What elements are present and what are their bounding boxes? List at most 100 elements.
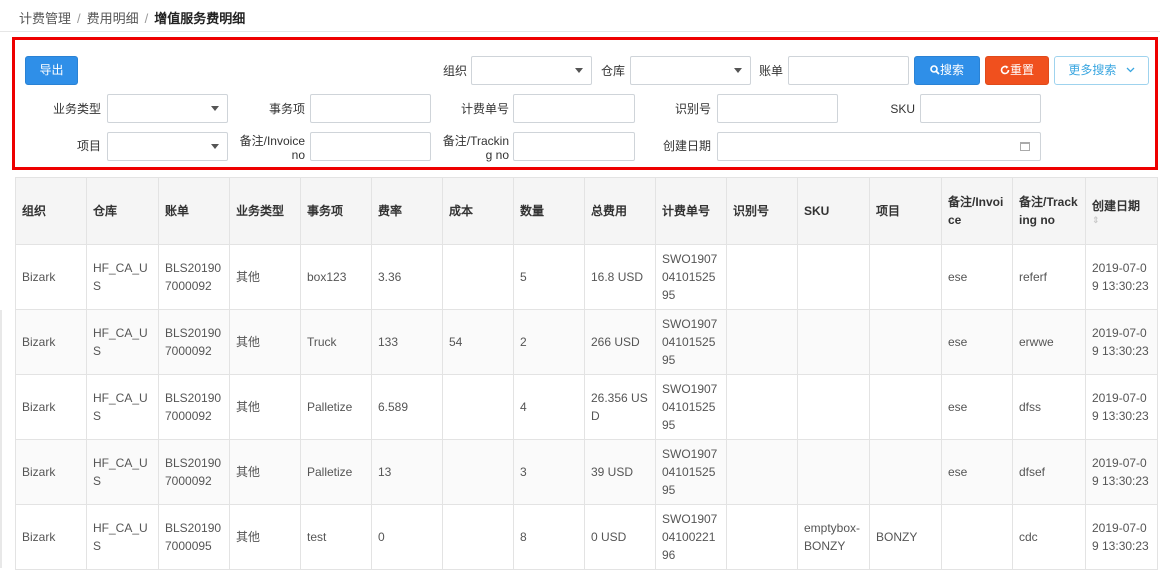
cell-cost <box>442 244 514 310</box>
cell-sku <box>797 439 870 505</box>
sku-label: SKU <box>890 102 915 116</box>
more-search-button[interactable]: 更多搜索 <box>1054 56 1149 85</box>
header-bill: 账单 <box>158 177 230 245</box>
search-icon <box>930 65 940 75</box>
cell-business-type: 其他 <box>229 374 301 440</box>
cell-bill: BLS201907000092 <box>158 439 230 505</box>
created-date-picker[interactable] <box>717 132 1041 161</box>
cell-business-type: 其他 <box>229 504 301 570</box>
cell-project: BONZY <box>869 504 942 570</box>
warehouse-label: 仓库 <box>600 64 625 78</box>
org-select[interactable] <box>471 56 592 85</box>
cell-cost <box>442 504 514 570</box>
business-type-label: 业务类型 <box>52 102 101 116</box>
search-button[interactable]: 搜索 <box>914 56 980 85</box>
cell-tracking-note: dfss <box>1012 374 1086 440</box>
cell-item: Palletize <box>300 439 372 505</box>
calendar-icon <box>1020 142 1030 151</box>
table-row[interactable]: Bizark HF_CA_US BLS201907000092 其他 box123 3.3… <box>15 244 1158 310</box>
cell-item: box123 <box>300 244 372 310</box>
breadcrumb-separator: / <box>77 11 81 26</box>
cell-invoice-note: ese <box>941 309 1013 375</box>
breadcrumb-item-billing[interactable]: 计费管理 <box>19 11 71 26</box>
chevron-down-icon <box>575 68 583 73</box>
chevron-down-icon <box>211 144 219 149</box>
cell-sku: emptybox-BONZY <box>797 504 870 570</box>
cell-sku <box>797 309 870 375</box>
header-cost: 成本 <box>442 177 514 245</box>
tracking-note-input[interactable] <box>513 132 635 161</box>
identifier-input[interactable] <box>717 94 838 123</box>
cell-billing-no: SWO190704101525 95 <box>655 439 727 505</box>
cell-invoice-note: ese <box>941 439 1013 505</box>
billing-no-input[interactable] <box>513 94 635 123</box>
cell-cost <box>442 374 514 440</box>
breadcrumb-separator: / <box>144 11 149 26</box>
cell-total-fee: 266 USD <box>584 309 656 375</box>
chevron-down-icon <box>1126 67 1135 73</box>
header-project: 项目 <box>869 177 942 245</box>
business-type-select[interactable] <box>107 94 228 123</box>
cell-org: Bizark <box>15 244 87 310</box>
header-identifier: 识别号 <box>726 177 798 245</box>
cell-bill: BLS201907000095 <box>158 504 230 570</box>
left-edge <box>0 310 2 568</box>
table-row[interactable]: Bizark HF_CA_US BLS201907000092 其他 Truck 133 5… <box>15 309 1158 375</box>
cell-billing-no: SWO190704100221 96 <box>655 504 727 570</box>
search-label: 搜索 <box>939 63 964 77</box>
cell-org: Bizark <box>15 439 87 505</box>
reset-label: 重置 <box>1009 63 1034 77</box>
cell-created-date: 2019-07-09 13:30:23 <box>1085 309 1158 375</box>
fee-table: 组织 仓库 账单 业务类型 事务项 费率 成本 数量 总费用 计费单号 识别号 … <box>15 177 1158 570</box>
reset-button[interactable]: 重置 <box>985 56 1049 85</box>
cell-warehouse: HF_CA_US <box>86 439 159 505</box>
header-rate: 费率 <box>371 177 443 245</box>
cell-warehouse: HF_CA_US <box>86 374 159 440</box>
table-row[interactable]: Bizark HF_CA_US BLS201907000092 其他 Palletize… <box>15 374 1158 440</box>
cell-business-type: 其他 <box>229 439 301 505</box>
cell-project <box>869 374 942 440</box>
cell-bill: BLS201907000092 <box>158 374 230 440</box>
sku-input[interactable] <box>920 94 1041 123</box>
sort-icon[interactable]: ⇕ <box>1092 215 1151 225</box>
warehouse-select[interactable] <box>630 56 751 85</box>
header-created-date[interactable]: 创建日期 ⇕ <box>1085 177 1158 245</box>
cell-rate: 6.589 <box>371 374 443 440</box>
header-tracking-note: 备注/Tracking no <box>1012 177 1086 245</box>
project-select[interactable] <box>107 132 228 161</box>
more-search-label: 更多搜索 <box>1068 63 1117 77</box>
cell-org: Bizark <box>15 504 87 570</box>
cell-rate: 0 <box>371 504 443 570</box>
cell-tracking-note: cdc <box>1012 504 1086 570</box>
cell-tracking-note: dfsef <box>1012 439 1086 505</box>
bill-input[interactable] <box>788 56 909 85</box>
cell-tracking-note: erwwe <box>1012 309 1086 375</box>
cell-created-date: 2019-07-09 13:30:23 <box>1085 504 1158 570</box>
item-label: 事务项 <box>268 102 305 116</box>
header-quantity: 数量 <box>513 177 585 245</box>
breadcrumb: 计费管理 / 费用明细 / 增值服务费明细 <box>0 0 1160 32</box>
invoice-note-input[interactable] <box>310 132 431 161</box>
cell-invoice-note: ese <box>941 374 1013 440</box>
cell-bill: BLS201907000092 <box>158 244 230 310</box>
cell-created-date: 2019-07-09 13:30:23 <box>1085 244 1158 310</box>
cell-org: Bizark <box>15 309 87 375</box>
cell-identifier <box>726 439 798 505</box>
header-created-date-label: 创建日期 <box>1092 199 1141 213</box>
search-panel: 导出 组织 仓库 账单 搜索 重置 更多搜索 业务类型 事务项 计费单号 识别号 <box>12 37 1158 170</box>
cell-created-date: 2019-07-09 13:30:23 <box>1085 374 1158 440</box>
cell-quantity: 3 <box>513 439 585 505</box>
table-row[interactable]: Bizark HF_CA_US BLS201907000092 其他 Palletize… <box>15 439 1158 505</box>
header-org: 组织 <box>15 177 87 245</box>
item-input[interactable] <box>310 94 431 123</box>
breadcrumb-item-fees[interactable]: 费用明细 <box>87 11 139 26</box>
cell-identifier <box>726 504 798 570</box>
cell-rate: 3.36 <box>371 244 443 310</box>
cell-quantity: 4 <box>513 374 585 440</box>
cell-bill: BLS201907000092 <box>158 309 230 375</box>
table-row[interactable]: Bizark HF_CA_US BLS201907000095 其他 test 0 8 0 U… <box>15 504 1158 570</box>
cell-billing-no: SWO190704101525 95 <box>655 309 727 375</box>
export-button[interactable]: 导出 <box>25 56 78 85</box>
bill-label: 账单 <box>758 64 783 78</box>
cell-quantity: 5 <box>513 244 585 310</box>
